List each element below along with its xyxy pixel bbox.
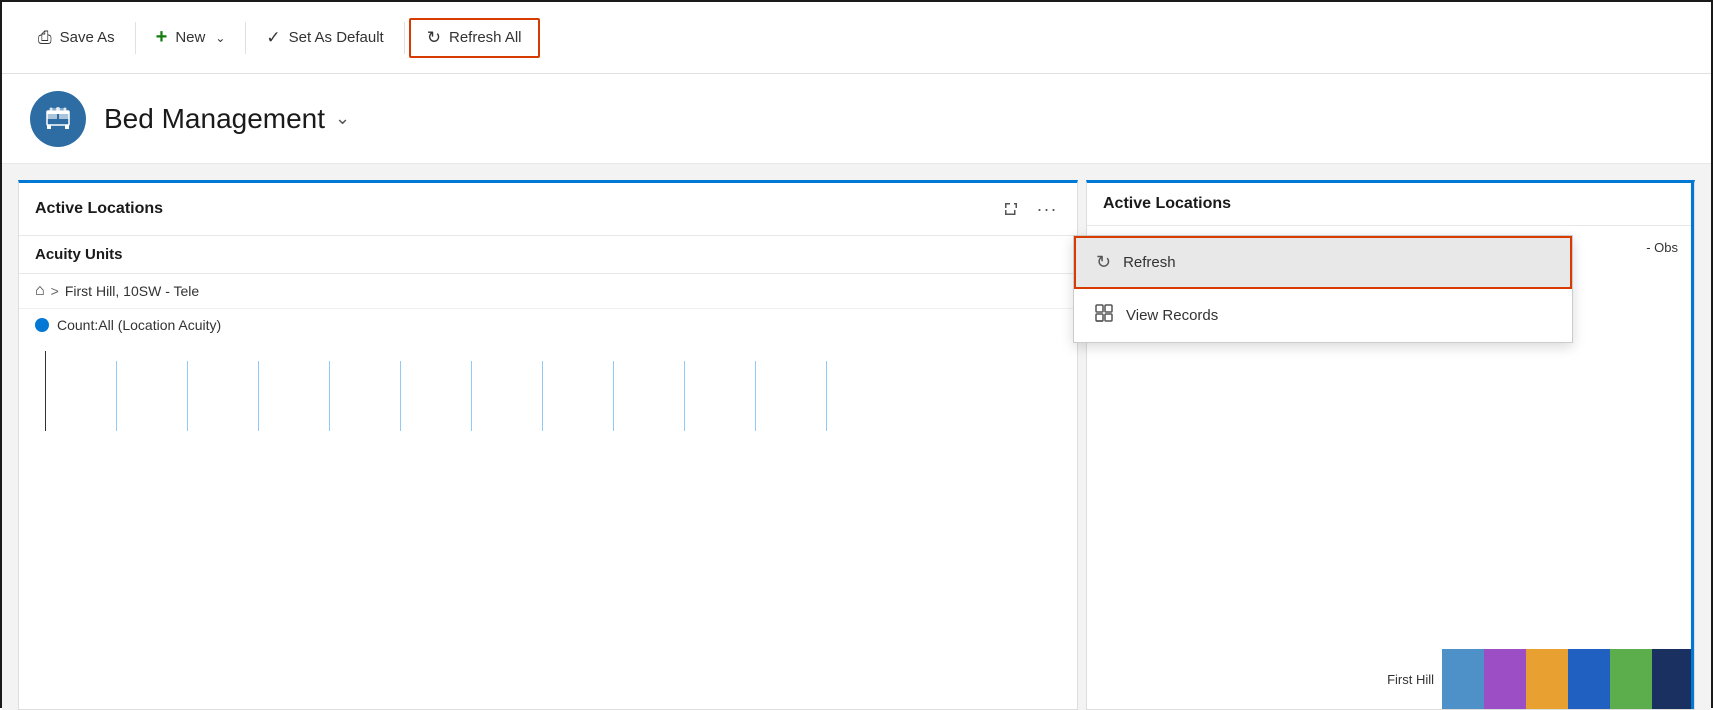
save-as-icon: ⎙ [38, 28, 52, 48]
breadcrumb: ⌂ > First Hill, 10SW - Tele [35, 282, 199, 300]
app-icon [30, 91, 86, 147]
breadcrumb-row: ⌂ > First Hill, 10SW - Tele [19, 274, 1077, 309]
chart-line-1 [116, 361, 117, 431]
bed-management-svg-icon [44, 105, 72, 133]
expand-icon [1003, 201, 1019, 217]
left-panel-header: Active Locations ··· [19, 183, 1077, 236]
refresh-all-icon: ↻ [427, 28, 441, 48]
separator-2 [245, 22, 246, 54]
ellipsis-icon: ··· [1037, 199, 1058, 220]
color-block-0 [1442, 649, 1484, 709]
refresh-icon: ↻ [1096, 252, 1111, 273]
chart-location-label: First Hill [1387, 672, 1434, 687]
check-icon: ✓ [266, 28, 280, 48]
chart-line-6 [471, 361, 472, 431]
right-panel: Active Locations ↻ Refresh View Re [1086, 180, 1695, 710]
chart-line-2 [187, 361, 188, 431]
set-as-default-button[interactable]: ✓ Set As Default [250, 20, 399, 56]
separator-3 [404, 22, 405, 54]
right-panel-title: Active Locations [1103, 195, 1231, 213]
left-panel-actions: ··· [997, 195, 1061, 223]
refresh-all-label: Refresh All [449, 29, 522, 46]
set-as-default-label: Set As Default [289, 29, 384, 46]
left-panel: Active Locations ··· Acuity Units ⌂ > Fi… [18, 180, 1078, 710]
home-icon: ⌂ [35, 282, 45, 300]
toolbar: ⎙ Save As + New ⌄ ✓ Set As Default ↻ Ref… [2, 2, 1711, 74]
color-block-5 [1652, 649, 1694, 709]
left-chart-area [19, 341, 1077, 709]
separator-1 [135, 22, 136, 54]
chart-line-5 [400, 361, 401, 431]
color-block-2 [1526, 649, 1568, 709]
new-chevron-icon: ⌄ [215, 31, 225, 45]
expand-button[interactable] [997, 195, 1025, 223]
new-label: New [175, 29, 205, 46]
app-title-row: Bed Management ⌄ [104, 103, 350, 135]
dropdown-view-records-item[interactable]: View Records [1074, 289, 1572, 342]
right-border-accent [1691, 183, 1694, 709]
breadcrumb-text: First Hill, 10SW - Tele [65, 283, 199, 299]
chart-line-7 [542, 361, 543, 431]
color-block-3 [1568, 649, 1610, 709]
new-plus-icon: + [156, 26, 168, 49]
refresh-all-button[interactable]: ↻ Refresh All [409, 18, 540, 58]
chart-line-0 [45, 351, 46, 431]
color-block-1 [1484, 649, 1526, 709]
chart-line-4 [329, 361, 330, 431]
color-blocks [1442, 649, 1694, 709]
chart-line-8 [613, 361, 614, 431]
save-as-label: Save As [60, 29, 115, 46]
chart-line-11 [826, 361, 827, 431]
first-hill-label: First Hill [1387, 671, 1434, 689]
view-records-icon [1094, 303, 1114, 328]
obs-label: - Obs [1646, 240, 1678, 255]
legend-row: Count:All (Location Acuity) [19, 309, 1077, 341]
left-panel-subheader: Acuity Units [19, 236, 1077, 274]
left-panel-title: Active Locations [35, 200, 163, 218]
new-button[interactable]: + New ⌄ [140, 18, 242, 57]
dropdown-menu: ↻ Refresh View Records [1073, 235, 1573, 343]
chart-line-10 [755, 361, 756, 431]
app-title-chevron-icon[interactable]: ⌄ [335, 108, 350, 129]
chart-line-9 [684, 361, 685, 431]
dropdown-refresh-item[interactable]: ↻ Refresh [1074, 236, 1572, 289]
right-panel-header: Active Locations [1087, 183, 1694, 226]
breadcrumb-arrow-icon: > [51, 283, 59, 299]
acuity-units-label: Acuity Units [35, 246, 123, 263]
app-header: Bed Management ⌄ [2, 74, 1711, 164]
app-title: Bed Management [104, 103, 325, 135]
view-records-label: View Records [1126, 307, 1218, 324]
save-as-button[interactable]: ⎙ Save As [22, 20, 131, 56]
refresh-label: Refresh [1123, 254, 1176, 271]
legend-label: Count:All (Location Acuity) [57, 317, 221, 333]
chart-line-3 [258, 361, 259, 431]
color-block-4 [1610, 649, 1652, 709]
grid-icon [1094, 303, 1114, 323]
more-options-button[interactable]: ··· [1033, 195, 1061, 223]
content-area: Active Locations ··· Acuity Units ⌂ > Fi… [2, 164, 1711, 710]
legend-dot [35, 318, 49, 332]
chart-lines [35, 351, 1061, 431]
